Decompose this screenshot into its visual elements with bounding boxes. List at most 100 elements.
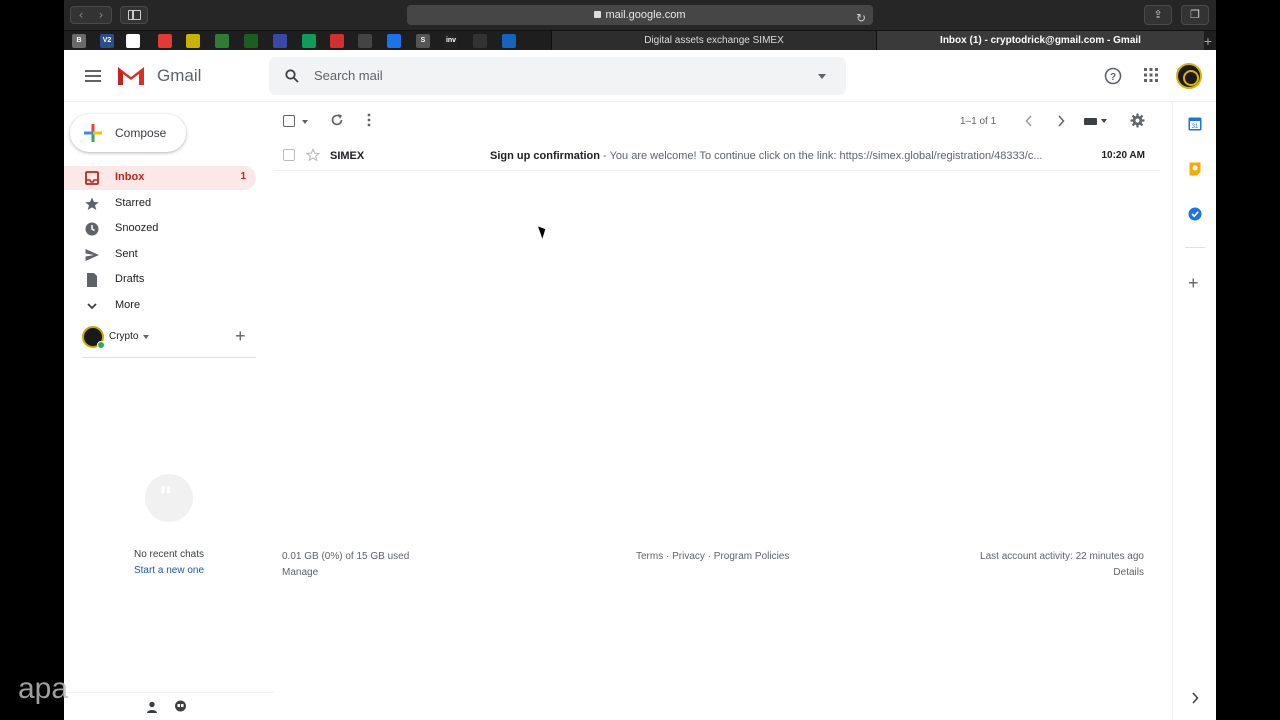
nav-item-more[interactable]: More: [64, 294, 256, 318]
watermark: apa: [18, 672, 69, 705]
tabs-overview-button[interactable]: ❐: [1181, 5, 1209, 25]
email-snippet: - You are welcome! To continue click on …: [600, 150, 1043, 162]
select-dropdown-icon[interactable]: [302, 120, 308, 124]
nav-item-snoozed[interactable]: Snoozed: [64, 217, 256, 241]
settings-gear-icon[interactable]: [1130, 113, 1145, 128]
inbox-count: 1: [240, 171, 246, 182]
last-activity: Last account activity: 22 minutes ago: [980, 551, 1144, 562]
tasks-icon[interactable]: [1188, 207, 1202, 221]
person-icon[interactable]: [146, 701, 158, 713]
right-side-panel: 31 +: [1172, 102, 1216, 720]
nav-item-inbox[interactable]: Inbox 1: [64, 166, 256, 190]
tab-gmail-inbox[interactable]: Inbox (1) - cryptodrick@gmail.com - Gmai…: [876, 31, 1204, 51]
hangouts-icon[interactable]: [174, 700, 187, 713]
reload-icon[interactable]: ↻: [856, 8, 866, 28]
star-toggle-icon[interactable]: [306, 148, 320, 162]
browser-toolbar: ‹ › mail.google.com ↻ ⇪ ❐: [64, 0, 1216, 30]
bookmark-favicon-icon[interactable]: [244, 34, 258, 48]
lock-icon: [594, 11, 602, 18]
back-forward-buttons[interactable]: ‹ ›: [70, 6, 112, 24]
gmail-header: Gmail Search mail ?: [64, 50, 1216, 102]
hangouts-user-row[interactable]: Crypto +: [82, 326, 252, 350]
share-button[interactable]: ⇪: [1144, 5, 1172, 25]
manage-storage-link[interactable]: Manage: [282, 567, 318, 578]
help-icon[interactable]: ?: [1104, 67, 1122, 85]
apps-grid-icon[interactable]: [1143, 67, 1159, 83]
email-sender: SIMEX: [330, 150, 365, 162]
input-tools-icon[interactable]: [1084, 116, 1108, 126]
nav-label-inbox: Inbox: [115, 171, 145, 183]
add-chat-icon[interactable]: +: [235, 326, 246, 347]
bookmark-favicon-icon[interactable]: [502, 34, 516, 48]
email-row[interactable]: SIMEX Sign up confirmation - You are wel…: [274, 140, 1160, 171]
bookmark-favicon-icon[interactable]: [126, 34, 140, 48]
compose-button[interactable]: Compose: [70, 114, 186, 152]
bookmark-favicon-icon[interactable]: [358, 34, 372, 48]
chevron-right-icon[interactable]: [1057, 115, 1065, 127]
bookmark-favicon-icon[interactable]: [158, 34, 172, 48]
nav-label-more: More: [115, 299, 141, 311]
forward-icon[interactable]: ›: [91, 8, 111, 22]
sidebar-icon: [128, 10, 141, 20]
chevron-left-icon[interactable]: [1025, 115, 1033, 127]
send-icon: [85, 249, 99, 261]
pagination-text: 1–1 of 1: [960, 116, 997, 127]
bookmark-favicon-icon[interactable]: [387, 34, 401, 48]
new-tab-icon[interactable]: +: [1204, 31, 1212, 51]
gmail-logo-text: Gmail: [157, 66, 202, 85]
svg-text:?: ?: [1110, 72, 1116, 83]
search-icon[interactable]: [285, 69, 299, 83]
email-subject: Sign up confirmation: [490, 150, 600, 162]
nav-item-starred[interactable]: Starred: [64, 192, 256, 216]
start-new-chat-link[interactable]: Start a new one: [64, 565, 274, 576]
sidebar-toggle-button[interactable]: [120, 6, 148, 24]
rail-divider: [1185, 247, 1205, 248]
refresh-icon[interactable]: [330, 113, 344, 127]
more-options-icon[interactable]: [366, 113, 372, 127]
screen: ‹ › mail.google.com ↻ ⇪ ❐ B V2 Sinv Digita…: [0, 0, 1280, 720]
email-checkbox[interactable]: [283, 149, 295, 161]
search-bar[interactable]: Search mail: [269, 57, 846, 95]
no-chats-text: No recent chats: [133, 549, 205, 560]
expand-panel-icon[interactable]: [1191, 692, 1199, 704]
bookmark-favicon-icon[interactable]: [215, 34, 229, 48]
hangouts-dropdown-icon[interactable]: [143, 335, 149, 339]
activity-details-link[interactable]: Details: [1113, 567, 1144, 578]
nav-label-sent: Sent: [115, 248, 138, 260]
star-icon: [85, 197, 99, 210]
bookmark-favicon-icon[interactable]: V2: [100, 34, 114, 48]
account-avatar[interactable]: [1176, 63, 1202, 89]
bookmark-favicon-icon[interactable]: [330, 34, 344, 48]
compose-plus-icon: [84, 124, 102, 142]
compose-label: Compose: [115, 126, 167, 140]
nav-item-sent[interactable]: Sent: [64, 243, 256, 267]
sidebar-bottom-bar: [64, 692, 274, 720]
get-addons-icon[interactable]: +: [1188, 274, 1199, 292]
bookmark-favicon-icon[interactable]: [186, 34, 200, 48]
search-input[interactable]: Search mail: [314, 68, 383, 83]
keep-icon[interactable]: [1188, 162, 1202, 176]
footer-links[interactable]: Terms · Privacy · Program Policies: [636, 551, 789, 562]
bookmark-favicon-icon[interactable]: [302, 34, 316, 48]
online-status-icon: [97, 341, 105, 349]
bookmark-favicon-icon[interactable]: [473, 34, 487, 48]
back-icon[interactable]: ‹: [71, 8, 91, 22]
gmail-logo-icon[interactable]: [116, 64, 146, 87]
tab-simex[interactable]: Digital assets exchange SIMEX: [551, 31, 876, 51]
hangouts-quote-icon: ": [145, 474, 193, 522]
email-subject-line: Sign up confirmation - You are welcome! …: [490, 150, 1042, 162]
nav-label-starred: Starred: [115, 197, 152, 209]
bookmark-favicon-icon[interactable]: S: [416, 34, 430, 48]
chevron-down-icon: [87, 303, 97, 310]
nav-item-drafts[interactable]: Drafts: [64, 268, 256, 292]
bookmark-favicon-icon[interactable]: [273, 34, 287, 48]
bookmark-favicon-icon[interactable]: inv: [444, 34, 458, 48]
search-options-icon[interactable]: [818, 74, 826, 79]
address-bar[interactable]: mail.google.com ↻: [407, 5, 873, 25]
select-all-checkbox[interactable]: [283, 115, 295, 127]
nav-label-snoozed: Snoozed: [115, 222, 159, 234]
inbox-icon: [85, 171, 99, 185]
calendar-icon[interactable]: 31: [1188, 117, 1202, 131]
main-menu-icon[interactable]: [85, 70, 101, 82]
bookmark-favicon-icon[interactable]: B: [72, 34, 86, 48]
